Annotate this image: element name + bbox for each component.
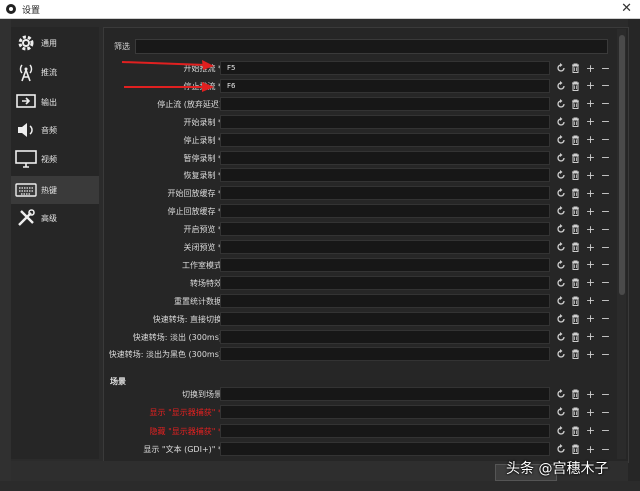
watermark: 头条 @宫穗木子 bbox=[506, 461, 609, 477]
arrow-to-stop-stream bbox=[124, 82, 214, 92]
annotation-arrows bbox=[121, 60, 214, 92]
arrow-to-start-stream bbox=[121, 60, 214, 70]
